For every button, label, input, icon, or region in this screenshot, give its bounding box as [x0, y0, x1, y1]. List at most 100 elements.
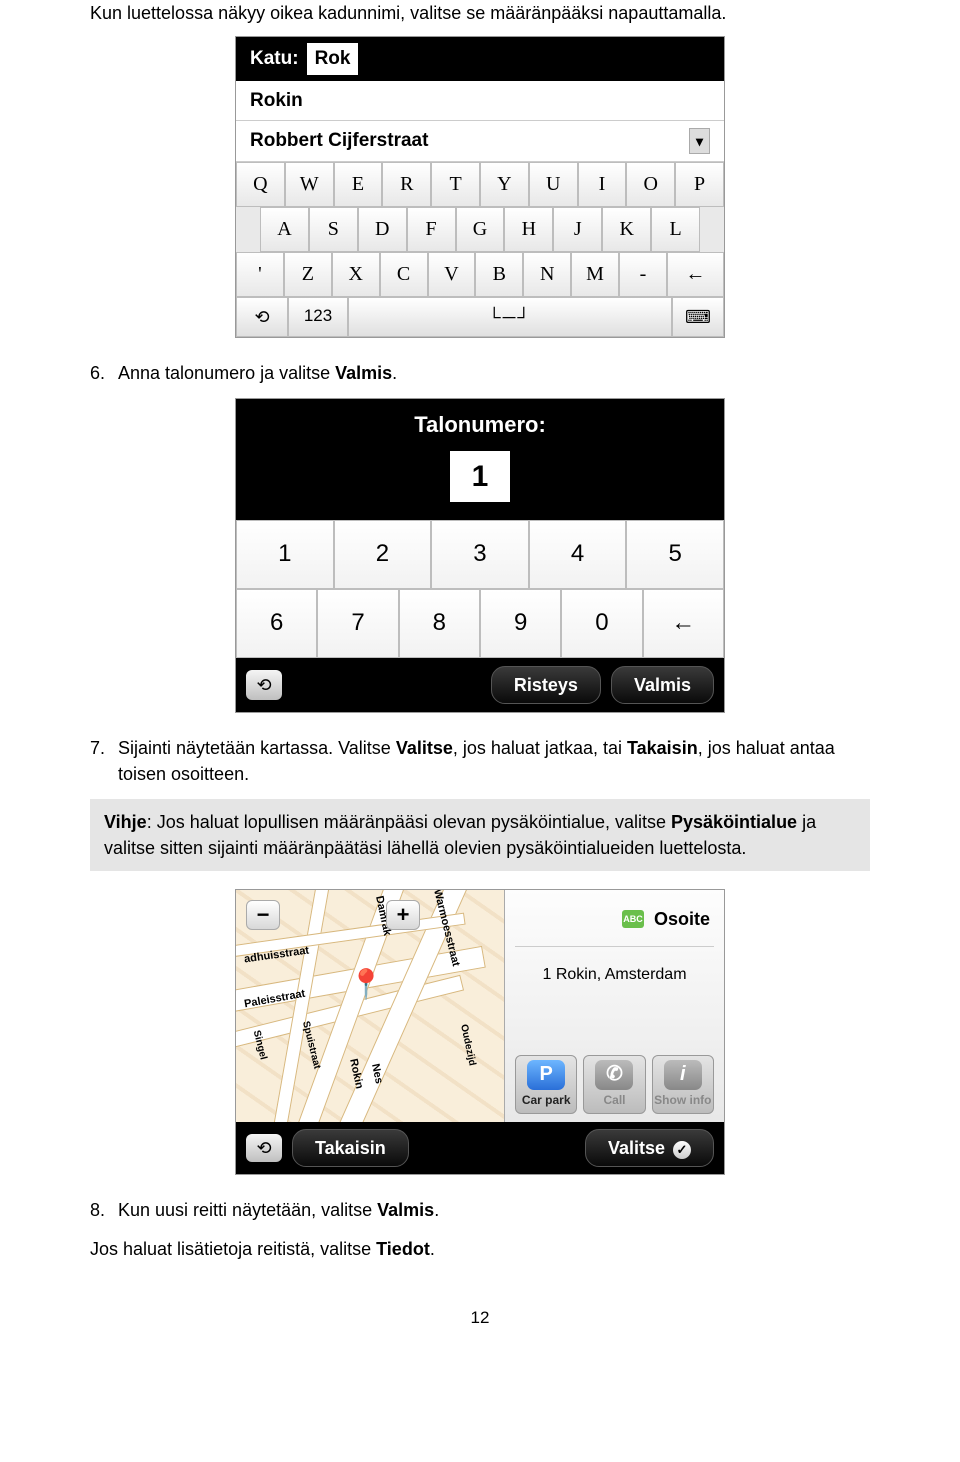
key-l[interactable]: L — [651, 207, 700, 252]
map-canvas[interactable]: adhuisstraat Paleisstraat Damrak Warmoes… — [236, 890, 504, 1122]
screenshot-keyboard: Katu: Rok Rokin Robbert Cijferstraat ▾ Q… — [235, 36, 725, 338]
key-a[interactable]: A — [260, 207, 309, 252]
num-4[interactable]: 4 — [529, 520, 627, 589]
street-field-value[interactable]: Rok — [307, 43, 359, 75]
house-number-label: Talonumero: — [414, 412, 546, 437]
num-backspace[interactable]: ← — [643, 589, 724, 658]
panel-header: ABC Osoite — [515, 898, 714, 947]
hint-bold: Pysäköintialue — [671, 812, 797, 832]
numeric-mode-key[interactable]: 123 — [288, 297, 348, 337]
address-line: 1 Rokin, Amsterdam — [515, 947, 714, 1055]
key-i[interactable]: I — [578, 162, 627, 207]
hint-box: Vihje: Jos haluat lopullisen määränpääsi… — [90, 799, 870, 871]
carpark-tile[interactable]: P Car park — [515, 1055, 577, 1114]
key-f[interactable]: F — [407, 207, 456, 252]
key-m[interactable]: M — [571, 252, 619, 297]
num-0[interactable]: 0 — [561, 589, 642, 658]
num-8[interactable]: 8 — [399, 589, 480, 658]
screenshot-numpad: Talonumero: 1 1 2 3 4 5 6 7 8 9 0 ← ⟲ R — [235, 398, 725, 713]
key-v[interactable]: V — [428, 252, 476, 297]
bold-term: Valitse — [396, 738, 453, 758]
num-3[interactable]: 3 — [431, 520, 529, 589]
num-5[interactable]: 5 — [626, 520, 724, 589]
step-8: 8. Kun uusi reitti näytetään, valitse Va… — [90, 1197, 870, 1223]
spacebar-key[interactable]: └─┘ — [348, 297, 672, 337]
bold-term: Valmis — [377, 1200, 434, 1220]
bold-term: Valmis — [335, 363, 392, 383]
num-1[interactable]: 1 — [236, 520, 334, 589]
step-number: 7. — [90, 735, 118, 787]
showinfo-tile[interactable]: i Show info — [652, 1055, 714, 1114]
key-z[interactable]: Z — [284, 252, 332, 297]
action-tiles: P Car park ✆ Call i Show info — [515, 1055, 714, 1114]
key-c[interactable]: C — [380, 252, 428, 297]
key-dash[interactable]: - — [619, 252, 667, 297]
key-j[interactable]: J — [553, 207, 602, 252]
key-k[interactable]: K — [602, 207, 651, 252]
key-g[interactable]: G — [456, 207, 505, 252]
done-button[interactable]: Valmis — [611, 666, 714, 704]
step-7: 7. Sijainti näytetään kartassa. Valitse … — [90, 735, 870, 787]
zoom-out-button[interactable]: − — [246, 900, 280, 930]
closing-para: Jos haluat lisätietoja reitistä, valitse… — [90, 1236, 870, 1262]
numeric-keypad: 1 2 3 4 5 6 7 8 9 0 ← — [236, 520, 724, 658]
key-p[interactable]: P — [675, 162, 724, 207]
key-w[interactable]: W — [285, 162, 334, 207]
abc-icon: ABC — [622, 910, 644, 928]
back-icon[interactable]: ⟲ — [246, 1134, 282, 1162]
dropdown-icon[interactable]: ▾ — [689, 128, 710, 154]
key-d[interactable]: D — [358, 207, 407, 252]
num-9[interactable]: 9 — [480, 589, 561, 658]
key-b[interactable]: B — [475, 252, 523, 297]
tile-label: Call — [603, 1092, 625, 1109]
map-footer: ⟲ Takaisin Valitse✓ — [236, 1122, 724, 1174]
bold-term: Tiedot — [376, 1239, 430, 1259]
tile-label: Show info — [654, 1092, 711, 1109]
suggestion-row[interactable]: Rokin — [236, 81, 724, 122]
call-tile[interactable]: ✆ Call — [583, 1055, 645, 1114]
back-button[interactable]: Takaisin — [292, 1129, 409, 1167]
bold-term: Takaisin — [627, 738, 698, 758]
zoom-in-button[interactable]: + — [386, 900, 420, 930]
keyboard-layout-icon[interactable]: ⌨ — [672, 297, 724, 337]
map-body: adhuisstraat Paleisstraat Damrak Warmoes… — [236, 890, 724, 1122]
key-r[interactable]: R — [382, 162, 431, 207]
num-2[interactable]: 2 — [334, 520, 432, 589]
key-backspace[interactable]: ← — [667, 252, 724, 297]
num-7[interactable]: 7 — [317, 589, 398, 658]
back-icon[interactable]: ⟲ — [246, 670, 282, 700]
hint-text-a: : Jos haluat lopullisen määränpääsi olev… — [147, 812, 671, 832]
back-icon[interactable]: ⟲ — [236, 297, 288, 337]
key-e[interactable]: E — [334, 162, 383, 207]
key-t[interactable]: T — [431, 162, 480, 207]
house-number-value[interactable]: 1 — [450, 451, 510, 503]
key-o[interactable]: O — [626, 162, 675, 207]
key-q[interactable]: Q — [236, 162, 285, 207]
check-icon: ✓ — [673, 1141, 691, 1159]
key-s[interactable]: S — [309, 207, 358, 252]
screenshot-map-wrap: adhuisstraat Paleisstraat Damrak Warmoes… — [90, 889, 870, 1175]
suggestion-text: Rokin — [250, 87, 303, 115]
step-6: 6. Anna talonumero ja valitse Valmis. — [90, 360, 870, 386]
intro-para: Kun luettelossa näkyy oikea kadunnimi, v… — [90, 0, 870, 26]
num-6[interactable]: 6 — [236, 589, 317, 658]
key-y[interactable]: Y — [480, 162, 529, 207]
info-icon: i — [664, 1060, 702, 1090]
hint-label: Vihje — [104, 812, 147, 832]
key-x[interactable]: X — [332, 252, 380, 297]
screenshot-map: adhuisstraat Paleisstraat Damrak Warmoes… — [235, 889, 725, 1175]
house-number-header: Talonumero: 1 — [236, 399, 724, 520]
pushpin-icon: 📍 — [348, 964, 384, 1006]
key-n[interactable]: N — [523, 252, 571, 297]
key-h[interactable]: H — [504, 207, 553, 252]
key-apos[interactable]: ' — [236, 252, 284, 297]
crossing-button[interactable]: Risteys — [491, 666, 601, 704]
panel-title: Osoite — [654, 906, 710, 932]
side-panel: ABC Osoite 1 Rokin, Amsterdam P Car park… — [504, 890, 724, 1122]
step-number: 6. — [90, 360, 118, 386]
select-button[interactable]: Valitse✓ — [585, 1129, 714, 1167]
suggestion-row[interactable]: Robbert Cijferstraat ▾ — [236, 121, 724, 162]
step-text: Kun uusi reitti näytetään, valitse Valmi… — [118, 1197, 870, 1223]
key-u[interactable]: U — [529, 162, 578, 207]
text: Kun uusi reitti näytetään, valitse — [118, 1200, 377, 1220]
